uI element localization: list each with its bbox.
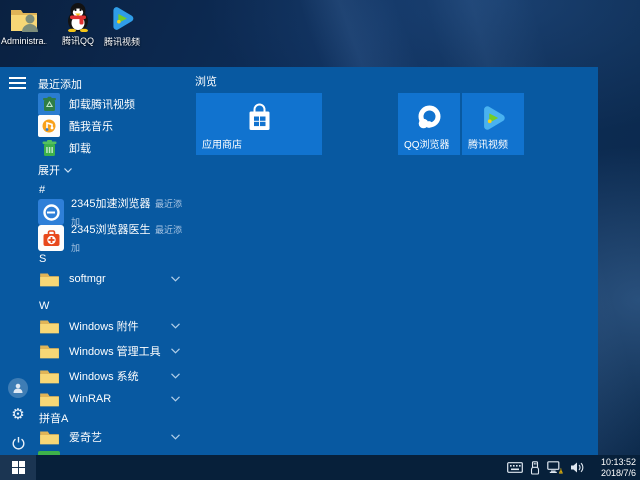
folder-item-label: WinRAR — [69, 393, 171, 405]
avatar-icon — [8, 378, 28, 398]
network-warning-icon[interactable] — [547, 461, 563, 474]
taskbar: 10:13:52 2018/7/6 — [0, 455, 640, 480]
app-item-label: 卸载 — [69, 140, 186, 156]
folder-icon — [38, 315, 60, 337]
uninstall-bin-icon — [38, 137, 60, 159]
taskbar-clock[interactable]: 10:13:52 2018/7/6 — [592, 457, 636, 479]
qq-penguin-icon — [55, 2, 101, 32]
clock-date: 2018/7/6 — [592, 468, 636, 479]
desktop-icon-tencent-qq[interactable]: 腾讯QQ — [55, 2, 101, 47]
folder-item-iqiyi[interactable]: 爱奇艺 — [38, 426, 186, 448]
2345-browser-icon — [38, 199, 64, 225]
chevron-down-icon[interactable] — [171, 276, 180, 282]
folder-item-windows-admin-tools[interactable]: Windows 管理工具 — [38, 340, 186, 362]
folder-item-label: Windows 附件 — [69, 318, 171, 334]
chevron-down-icon — [64, 168, 72, 173]
folder-item-label: Windows 系统 — [69, 368, 171, 384]
start-button[interactable] — [0, 455, 36, 480]
folder-item-softmgr[interactable]: softmgr — [38, 268, 186, 290]
folder-icon — [38, 268, 60, 290]
tile-label: QQ浏览器 — [404, 136, 450, 151]
chevron-down-icon[interactable] — [171, 373, 180, 379]
folder-icon — [38, 388, 60, 410]
folder-item-windows-system[interactable]: Windows 系统 — [38, 365, 186, 387]
group-header-pinyin-a[interactable]: 拼音A — [39, 410, 179, 426]
chevron-down-icon[interactable] — [171, 434, 180, 440]
app-item-label: 2345浏览器医生 — [71, 224, 150, 236]
desktop-icon-label: Administra... — [1, 36, 47, 46]
power-button[interactable] — [8, 433, 28, 453]
expand-button[interactable]: 展开 — [38, 162, 72, 178]
desktop-icon-administrator[interactable]: Administra... — [1, 4, 47, 46]
start-menu: 最近添加 卸载腾讯视频 酷我音乐 — [0, 67, 598, 455]
group-header-w[interactable]: W — [39, 300, 179, 312]
desktop-icon-label: 腾讯视频 — [99, 35, 145, 48]
folder-item-winrar[interactable]: WinRAR — [38, 388, 186, 410]
folder-icon — [38, 426, 60, 448]
user-account-button[interactable] — [8, 378, 28, 398]
tile-group-header[interactable]: 浏览 — [195, 73, 217, 89]
2345-doctor-icon — [38, 225, 64, 251]
gear-icon: ⚙ — [11, 407, 24, 422]
app-item-uninstall[interactable]: 卸载 — [38, 137, 186, 159]
tile-app-store[interactable]: 应用商店 — [196, 93, 322, 155]
folder-item-label: Windows 管理工具 — [69, 343, 171, 359]
folder-item-label: 爱奇艺 — [69, 429, 171, 445]
uninstall-recycle-icon — [38, 93, 60, 115]
usb-icon[interactable] — [530, 461, 540, 475]
app-item-kuwo-music[interactable]: 酷我音乐 — [38, 115, 186, 137]
kuwo-music-icon — [38, 115, 60, 137]
tile-qq-browser[interactable]: QQ浏览器 — [398, 93, 460, 155]
folder-item-windows-accessories[interactable]: Windows 附件 — [38, 315, 186, 337]
app-item-uninstall-tencent-video[interactable]: 卸载腾讯视频 — [38, 93, 186, 115]
tile-tencent-video[interactable]: 腾讯视频 — [462, 93, 524, 155]
settings-button[interactable]: ⚙ — [8, 404, 28, 424]
folder-item-label: softmgr — [69, 273, 171, 285]
desktop-icon-tencent-video[interactable]: 腾讯视频 — [99, 3, 145, 48]
hamburger-menu-icon[interactable] — [9, 77, 26, 90]
desktop-icon-label: 腾讯QQ — [55, 34, 101, 47]
tile-label: 应用商店 — [202, 136, 242, 151]
system-tray: 10:13:52 2018/7/6 — [507, 457, 640, 479]
group-header-s[interactable]: S — [39, 253, 179, 265]
expand-label: 展开 — [38, 162, 60, 178]
clock-time: 10:13:52 — [592, 457, 636, 468]
tencent-video-icon — [99, 3, 145, 33]
touch-keyboard-icon[interactable] — [507, 462, 523, 473]
windows-logo-icon — [12, 461, 25, 474]
chevron-down-icon[interactable] — [171, 323, 180, 329]
user-folder-icon — [1, 4, 47, 34]
tile-label: 腾讯视频 — [468, 136, 508, 151]
app-item-label: 卸载腾讯视频 — [69, 96, 186, 112]
chevron-down-icon[interactable] — [171, 348, 180, 354]
app-item-label: 2345加速浏览器 — [71, 198, 150, 210]
folder-icon — [38, 365, 60, 387]
recent-added-header: 最近添加 — [38, 76, 82, 92]
chevron-down-icon[interactable] — [171, 396, 180, 402]
app-item-2345-doctor[interactable]: 2345浏览器医生 最近添加 — [38, 225, 186, 251]
volume-icon[interactable] — [570, 461, 585, 474]
power-icon — [11, 436, 26, 451]
app-item-label: 酷我音乐 — [69, 118, 186, 134]
folder-icon — [38, 340, 60, 362]
